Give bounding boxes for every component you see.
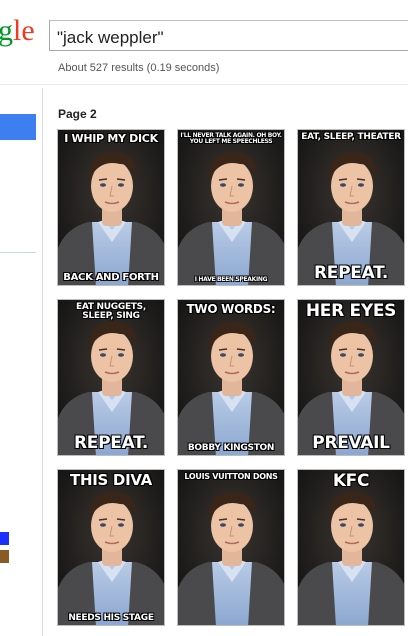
color-swatch-brown[interactable]: [0, 550, 9, 563]
caption-top: I WHIP MY DICK: [64, 132, 158, 145]
search-input[interactable]: [50, 21, 405, 51]
portrait-image: [178, 130, 284, 285]
sidebar-active-item[interactable]: [0, 114, 36, 140]
image-result[interactable]: I'LL NEVER TALK AGAIN. OH BOY. YOU LEFT …: [177, 129, 285, 286]
caption-bottom: BACK AND FORTH: [63, 271, 159, 283]
page-label: Page 2: [58, 107, 97, 121]
caption-bottom: I HAVE BEEN SPEAKING: [194, 275, 268, 283]
header-divider: [0, 84, 408, 85]
caption-bottom: PREVAIL: [312, 433, 390, 454]
google-logo[interactable]: gle: [0, 14, 35, 48]
caption-bottom: REPEAT.: [74, 433, 148, 454]
caption-top: TWO WORDS:: [186, 302, 276, 316]
caption-top: HER EYES: [305, 301, 397, 321]
portrait-image: [58, 470, 164, 625]
results-stats: About 527 results (0.19 seconds): [58, 62, 220, 74]
image-result[interactable]: I WHIP MY DICK BACK AND FORTH: [57, 129, 165, 286]
caption-top: EAT, SLEEP, THEATER: [301, 132, 401, 142]
caption-top: THIS DIVA: [70, 471, 152, 489]
sidebar-separator: [0, 252, 36, 253]
caption-top: I'LL NEVER TALK AGAIN. OH BOY. YOU LEFT …: [180, 132, 282, 146]
sidebar-divider: [42, 88, 43, 636]
caption-bottom: NEEDS HIS STAGE: [68, 612, 154, 623]
caption-bottom: REPEAT.: [314, 263, 388, 284]
caption-top: KFC: [332, 471, 370, 491]
logo-fragment-g: g: [0, 14, 13, 47]
portrait-image: [178, 300, 284, 455]
caption-top: LOUIS VUITTON DONS: [184, 472, 278, 481]
portrait-image: [178, 470, 284, 625]
portrait-image: [58, 130, 164, 285]
logo-fragment-le: le: [13, 14, 35, 47]
image-result[interactable]: THIS DIVA NEEDS HIS STAGE: [57, 469, 165, 626]
caption-bottom: BOBBY KINGSTON: [187, 442, 275, 453]
image-result[interactable]: TWO WORDS: BOBBY KINGSTON: [177, 299, 285, 456]
image-result[interactable]: EAT NUGGETS, SLEEP, SING REPEAT.: [57, 299, 165, 456]
image-result[interactable]: HER EYES PREVAIL: [297, 299, 405, 456]
image-result[interactable]: KFC: [297, 469, 405, 626]
image-result[interactable]: LOUIS VUITTON DONS: [177, 469, 285, 626]
image-result[interactable]: EAT, SLEEP, THEATER REPEAT.: [297, 129, 405, 286]
color-swatch-blue[interactable]: [0, 532, 9, 545]
search-box[interactable]: [49, 20, 408, 51]
caption-top: EAT NUGGETS, SLEEP, SING: [76, 302, 146, 322]
portrait-image: [298, 470, 404, 625]
